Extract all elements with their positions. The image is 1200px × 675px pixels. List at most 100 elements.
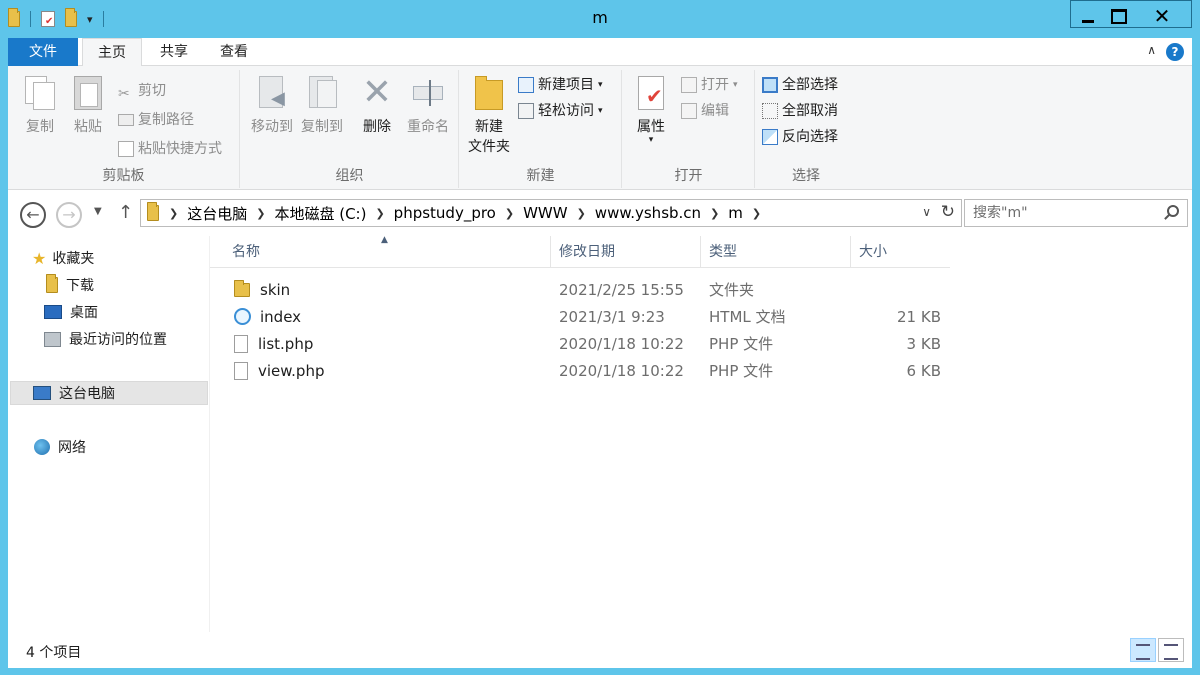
search-icon[interactable] bbox=[1167, 205, 1179, 217]
tab-home[interactable]: 主页 bbox=[82, 38, 142, 67]
navigation-pane: ★ 收藏夹 下载 桌面 最近访问的位置 这台电脑 网络 bbox=[8, 236, 210, 632]
select-none-button[interactable]: 全部取消 bbox=[762, 100, 838, 122]
copy-to-button[interactable]: 复制到 bbox=[297, 74, 347, 136]
file-date: 2021/3/1 9:23 bbox=[559, 307, 665, 326]
breadcrumb-item[interactable]: 这台电脑 bbox=[187, 203, 247, 224]
select-none-label: 全部取消 bbox=[782, 103, 838, 119]
file-date: 2020/1/18 10:22 bbox=[559, 334, 684, 353]
sidebar-item-label: 下载 bbox=[66, 278, 94, 294]
invert-selection-button[interactable]: 反向选择 bbox=[762, 126, 838, 148]
new-item-button[interactable]: 新建项目 ▾ bbox=[518, 74, 603, 96]
navigation-bar: ← → ▼ ↑ ❯ 这台电脑 ❯ 本地磁盘 (C:) ❯ phpstudy_pr… bbox=[8, 190, 1192, 236]
column-type[interactable]: 类型 bbox=[701, 236, 851, 268]
new-folder-qat-icon[interactable] bbox=[65, 8, 77, 27]
sidebar-item-network[interactable]: 网络 bbox=[10, 435, 208, 459]
tab-view[interactable]: 查看 bbox=[204, 38, 264, 66]
edit-button[interactable]: 编辑 bbox=[681, 100, 729, 122]
paste-shortcut-button[interactable]: 粘贴快捷方式 bbox=[118, 138, 222, 160]
breadcrumb-separator[interactable]: ❯ bbox=[752, 207, 761, 220]
back-button[interactable]: ← bbox=[20, 202, 46, 228]
breadcrumb-item[interactable]: www.yshsb.cn bbox=[595, 204, 701, 222]
copy-button[interactable]: 复制 bbox=[20, 74, 60, 136]
breadcrumb-separator[interactable]: ❯ bbox=[375, 207, 384, 220]
maximize-button[interactable] bbox=[1105, 1, 1133, 31]
file-icon bbox=[234, 361, 248, 380]
help-icon[interactable]: ? bbox=[1166, 43, 1184, 61]
quick-access-toolbar: ✔ ▾ bbox=[8, 8, 110, 30]
file-icon bbox=[234, 334, 248, 353]
breadcrumb-item[interactable]: WWW bbox=[523, 204, 568, 222]
file-size: 3 KB bbox=[906, 334, 941, 353]
breadcrumb-item[interactable]: 本地磁盘 (C:) bbox=[274, 203, 366, 224]
file-size: 6 KB bbox=[906, 361, 941, 380]
qat-dropdown-icon[interactable]: ▾ bbox=[87, 13, 93, 26]
breadcrumb-separator[interactable]: ❯ bbox=[577, 207, 586, 220]
breadcrumb-item[interactable]: phpstudy_pro bbox=[394, 204, 496, 222]
breadcrumb-separator[interactable]: ❯ bbox=[169, 207, 178, 220]
edit-icon bbox=[681, 103, 697, 119]
cut-button[interactable]: ✂ 剪切 bbox=[118, 80, 166, 102]
forward-button[interactable]: → bbox=[56, 202, 82, 228]
copy-path-button[interactable]: 复制路径 bbox=[118, 109, 194, 131]
recent-locations-dropdown-icon[interactable]: ▼ bbox=[94, 206, 102, 217]
up-button[interactable]: ↑ bbox=[118, 202, 133, 223]
move-to-button[interactable]: ◀ 移动到 bbox=[247, 74, 297, 136]
file-row[interactable]: index 2021/3/1 9:23 HTML 文档 21 KB bbox=[210, 303, 950, 330]
select-all-icon bbox=[762, 77, 778, 93]
close-button[interactable]: ✕ bbox=[1133, 1, 1191, 31]
file-name: index bbox=[260, 307, 302, 326]
file-size: 21 KB bbox=[897, 307, 941, 326]
address-bar[interactable]: ❯ 这台电脑 ❯ 本地磁盘 (C:) ❯ phpstudy_pro ❯ WWW … bbox=[140, 199, 962, 227]
column-name-label: 名称 bbox=[232, 244, 260, 260]
move-to-label: 移动到 bbox=[251, 119, 293, 135]
refresh-icon[interactable]: ↻ bbox=[941, 202, 955, 222]
sidebar-item-label: 收藏夹 bbox=[52, 251, 95, 267]
open-button[interactable]: 打开 ▾ bbox=[681, 74, 738, 96]
file-row[interactable]: view.php 2020/1/18 10:22 PHP 文件 6 KB bbox=[210, 357, 950, 384]
file-row[interactable]: skin 2021/2/25 15:55 文件夹 bbox=[210, 276, 950, 303]
new-group-label: 新建 bbox=[526, 168, 555, 184]
rename-button[interactable]: 重命名 bbox=[403, 74, 453, 136]
breadcrumb-separator[interactable]: ❯ bbox=[505, 207, 514, 220]
invert-selection-icon bbox=[762, 129, 778, 145]
column-date-modified[interactable]: 修改日期 bbox=[551, 236, 701, 268]
breadcrumb-separator[interactable]: ❯ bbox=[256, 207, 265, 220]
search-input[interactable] bbox=[965, 200, 1155, 226]
large-icons-view-button[interactable] bbox=[1158, 638, 1184, 662]
folder-icon bbox=[234, 279, 250, 297]
minimize-button[interactable] bbox=[1071, 1, 1105, 31]
sidebar-item-downloads[interactable]: 下载 bbox=[10, 273, 208, 297]
tab-file[interactable]: 文件 bbox=[8, 38, 78, 66]
delete-button[interactable]: ✕ 删除 bbox=[357, 74, 397, 136]
sidebar-item-recent-places[interactable]: 最近访问的位置 bbox=[10, 327, 208, 351]
sidebar-item-favorites[interactable]: ★ 收藏夹 bbox=[10, 246, 208, 270]
details-view-button[interactable] bbox=[1130, 638, 1156, 662]
file-name: view.php bbox=[258, 361, 325, 380]
sidebar-item-label: 网络 bbox=[58, 440, 86, 456]
collapse-ribbon-icon[interactable]: ∧ bbox=[1147, 43, 1156, 57]
breadcrumb-separator[interactable]: ❯ bbox=[710, 207, 719, 220]
new-folder-button[interactable]: 新建 文件夹 bbox=[464, 74, 514, 156]
file-date: 2021/2/25 15:55 bbox=[559, 280, 684, 299]
select-all-button[interactable]: 全部选择 bbox=[762, 74, 838, 96]
easy-access-button[interactable]: 轻松访问 ▾ bbox=[518, 100, 603, 122]
properties-label: 属性 bbox=[637, 119, 665, 135]
sidebar-item-desktop[interactable]: 桌面 bbox=[10, 300, 208, 324]
tab-share[interactable]: 共享 bbox=[144, 38, 204, 66]
properties-button[interactable]: ✔ 属性 ▾ bbox=[631, 74, 671, 145]
star-icon: ★ bbox=[32, 248, 47, 268]
view-switcher bbox=[1130, 638, 1184, 662]
column-name[interactable]: ▲ 名称 bbox=[210, 235, 551, 268]
file-type: PHP 文件 bbox=[709, 335, 774, 353]
sidebar-item-this-pc[interactable]: 这台电脑 bbox=[10, 381, 208, 405]
open-group-label: 打开 bbox=[674, 168, 703, 184]
paste-button[interactable]: 粘贴 bbox=[68, 74, 108, 136]
column-size[interactable]: 大小 bbox=[851, 236, 950, 268]
properties-qat-icon[interactable]: ✔ bbox=[41, 11, 55, 27]
file-row[interactable]: list.php 2020/1/18 10:22 PHP 文件 3 KB bbox=[210, 330, 950, 357]
rename-label: 重命名 bbox=[407, 119, 449, 135]
file-name-cell: view.php bbox=[210, 361, 559, 380]
address-history-dropdown-icon[interactable]: ∨ bbox=[922, 205, 931, 219]
breadcrumb-item[interactable]: m bbox=[728, 204, 743, 222]
sidebar-item-label: 这台电脑 bbox=[59, 386, 115, 402]
